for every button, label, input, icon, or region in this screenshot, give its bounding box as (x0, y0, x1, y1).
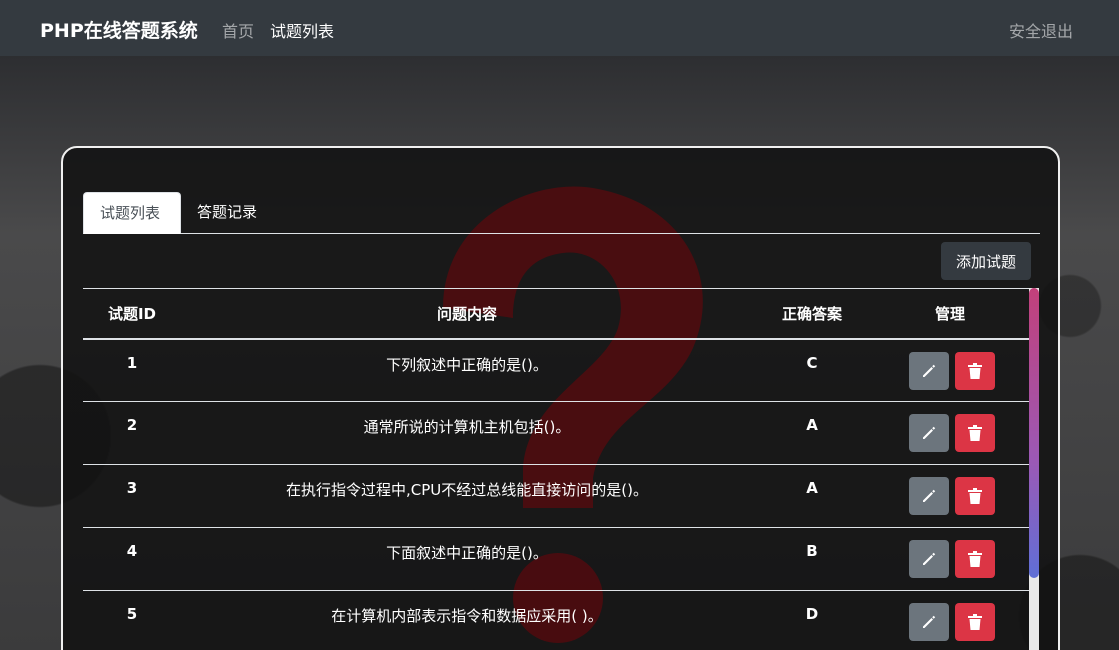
trash-icon (968, 362, 982, 379)
nav-questions-link[interactable]: 试题列表 (270, 18, 334, 42)
row-id: 2 (83, 401, 181, 465)
table-row: 2 通常所说的计算机主机包括()。 A (83, 401, 1029, 465)
row-id: 1 (83, 338, 181, 402)
header-manage: 管理 (871, 288, 1029, 340)
pencil-icon (923, 552, 936, 565)
logout-link[interactable]: 安全退出 (1009, 18, 1073, 42)
trash-icon (968, 488, 982, 504)
question-panel: 试题列表 答题记录 添加试题 试题ID 问题内容 正确答案 管理 1 下列叙述中… (61, 146, 1060, 650)
row-question: 下列叙述中正确的是()。 (181, 338, 753, 402)
row-question: 下面叙述中正确的是()。 (181, 527, 753, 591)
header-answer: 正确答案 (753, 288, 871, 340)
trash-icon (968, 614, 982, 630)
pencil-icon (923, 489, 936, 502)
row-id: 4 (83, 527, 181, 591)
delete-button[interactable] (955, 414, 995, 452)
edit-button[interactable] (909, 414, 949, 452)
question-table: 试题ID 问题内容 正确答案 管理 1 下列叙述中正确的是()。 C 2 通常所… (83, 288, 1029, 650)
row-answer: C (753, 338, 871, 402)
row-answer: A (753, 401, 871, 465)
nav-home-link[interactable]: 首页 (222, 18, 254, 42)
trash-icon (968, 551, 982, 567)
trash-icon (968, 425, 982, 441)
tab-bar: 试题列表 答题记录 (83, 192, 1040, 234)
table-row: 5 在计算机内部表示指令和数据应采用( )。 D (83, 590, 1029, 650)
row-question: 在执行指令过程中,CPU不经过总线能直接访问的是()。 (181, 464, 753, 528)
delete-button[interactable] (955, 477, 995, 515)
row-answer: B (753, 527, 871, 591)
scrollbar-thumb[interactable] (1029, 288, 1039, 578)
row-id: 3 (83, 464, 181, 528)
row-manage (871, 590, 1029, 650)
row-manage (871, 401, 1029, 465)
add-question-button[interactable]: 添加试题 (941, 242, 1031, 280)
header-question: 问题内容 (181, 288, 753, 340)
pencil-icon (923, 615, 936, 628)
table-row: 4 下面叙述中正确的是()。 B (83, 527, 1029, 591)
delete-button[interactable] (955, 351, 995, 390)
delete-button[interactable] (955, 603, 995, 641)
row-manage (871, 464, 1029, 528)
pencil-icon (923, 426, 936, 439)
tab-question-list[interactable]: 试题列表 (83, 192, 181, 234)
brand-title[interactable]: PHP在线答题系统 (40, 16, 198, 43)
header-id: 试题ID (83, 288, 181, 340)
edit-button[interactable] (909, 477, 949, 515)
row-question: 在计算机内部表示指令和数据应采用( )。 (181, 590, 753, 650)
row-manage (871, 527, 1029, 591)
pencil-icon (923, 364, 936, 377)
top-navbar: PHP在线答题系统 首页 试题列表 安全退出 (0, 0, 1119, 56)
tab-answer-records[interactable]: 答题记录 (181, 192, 273, 234)
row-question: 通常所说的计算机主机包括()。 (181, 401, 753, 465)
row-id: 5 (83, 590, 181, 650)
row-answer: D (753, 590, 871, 650)
row-answer: A (753, 464, 871, 528)
edit-button[interactable] (909, 603, 949, 641)
table-scrollbar[interactable] (1029, 288, 1039, 650)
delete-button[interactable] (955, 540, 995, 578)
table-row: 1 下列叙述中正确的是()。 C (83, 338, 1029, 402)
row-manage (871, 338, 1029, 402)
edit-button[interactable] (909, 351, 949, 390)
table-row: 3 在执行指令过程中,CPU不经过总线能直接访问的是()。 A (83, 464, 1029, 528)
edit-button[interactable] (909, 540, 949, 578)
